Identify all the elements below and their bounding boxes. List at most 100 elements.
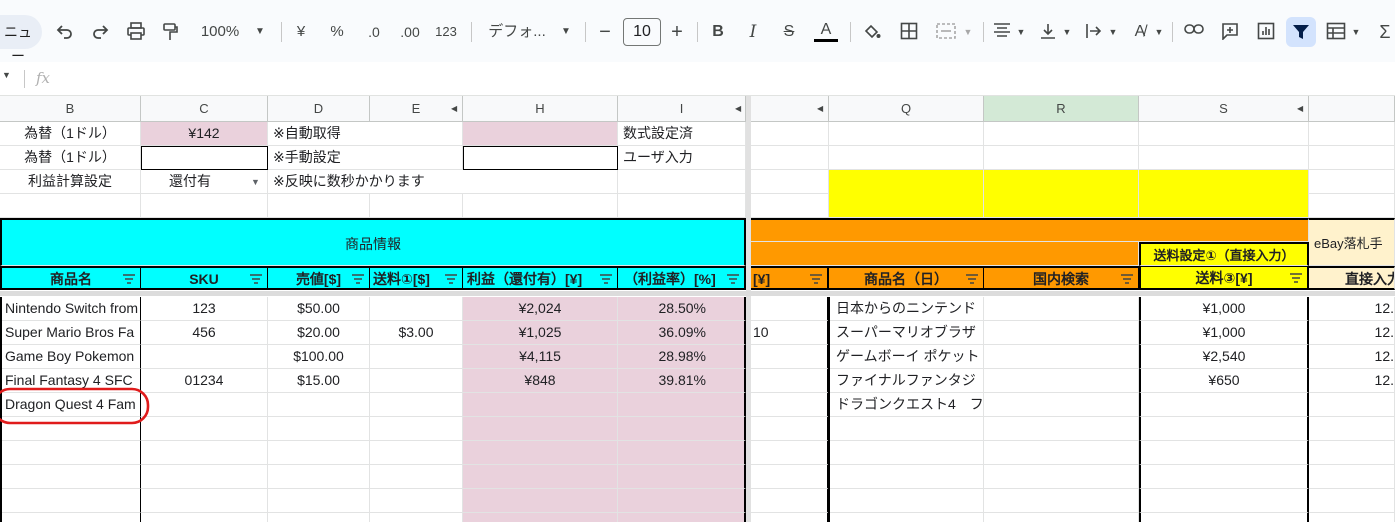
- cell-price[interactable]: [268, 441, 370, 465]
- cell-product-name[interactable]: Nintendo Switch from: [0, 297, 141, 321]
- cell-product-name-jp[interactable]: [829, 465, 984, 489]
- cell-margin[interactable]: 39.81%: [618, 369, 746, 393]
- undo-icon[interactable]: [54, 20, 76, 44]
- cell-margin[interactable]: [618, 417, 746, 441]
- cell-shipping3[interactable]: ¥2,540: [1139, 345, 1309, 369]
- merge-cells-icon[interactable]: [933, 20, 959, 44]
- redo-icon[interactable]: [89, 20, 111, 44]
- cell-price[interactable]: $100.00: [268, 345, 370, 369]
- filter-icon[interactable]: [727, 274, 739, 284]
- table-view-icon[interactable]: [1324, 20, 1348, 44]
- fill-color-icon[interactable]: [860, 20, 884, 44]
- valign-dropdown-icon[interactable]: ▼: [1061, 20, 1073, 44]
- insert-chart-icon[interactable]: [1254, 20, 1278, 44]
- zoom-select[interactable]: 100%: [195, 20, 245, 44]
- bold-button[interactable]: B: [708, 20, 728, 44]
- filter-icon[interactable]: [123, 274, 135, 284]
- print-icon[interactable]: [124, 20, 148, 44]
- text-rotation-icon[interactable]: A̸: [1129, 20, 1151, 44]
- cell-domestic-search[interactable]: [984, 513, 1139, 522]
- cell-shipping3[interactable]: [1139, 393, 1309, 417]
- column-header-r[interactable]: R: [984, 96, 1139, 122]
- yellow-highlight-cell[interactable]: [829, 170, 984, 218]
- filter-icon[interactable]: [352, 274, 364, 284]
- cell-shipping3[interactable]: [1139, 465, 1309, 489]
- cell-sku[interactable]: [141, 441, 268, 465]
- cell-product-name-jp[interactable]: ファイナルファンタジ: [829, 369, 984, 393]
- select-dropdown-icon[interactable]: ▼: [251, 177, 260, 187]
- cell-margin[interactable]: [618, 513, 746, 522]
- cell-product-name[interactable]: Game Boy Pokemon: [0, 345, 141, 369]
- insert-link-icon[interactable]: [1182, 20, 1206, 44]
- cell-shipping1[interactable]: [370, 465, 463, 489]
- text-color-button[interactable]: A: [814, 20, 838, 42]
- cell-shipping1[interactable]: [370, 441, 463, 465]
- cell-profit[interactable]: [463, 441, 618, 465]
- cell-profit[interactable]: ¥4,115: [463, 345, 618, 369]
- cell-price[interactable]: [268, 417, 370, 441]
- column-header-e[interactable]: E: [370, 96, 463, 122]
- functions-button[interactable]: Σ: [1375, 20, 1395, 44]
- percent-format-button[interactable]: %: [326, 20, 348, 44]
- cell-direct-input[interactable]: [1309, 465, 1395, 489]
- cell-shipping1[interactable]: [370, 393, 463, 417]
- frozen-row-divider[interactable]: [0, 291, 1395, 296]
- increase-decimal-button[interactable]: .00: [395, 20, 425, 44]
- cell-profit[interactable]: ¥1,025: [463, 321, 618, 345]
- cell-shipping1[interactable]: [370, 513, 463, 522]
- cell-domestic-search[interactable]: [984, 441, 1139, 465]
- column-header-t[interactable]: [1309, 96, 1395, 122]
- insert-comment-icon[interactable]: [1218, 20, 1242, 44]
- text-wrap-icon[interactable]: [1083, 20, 1105, 44]
- increase-font-size-icon[interactable]: +: [668, 20, 686, 44]
- column-header-h[interactable]: H: [463, 96, 618, 122]
- font-dropdown-icon[interactable]: ▼: [559, 20, 573, 44]
- font-family-select[interactable]: デフォ...: [484, 20, 550, 44]
- more-formats-button[interactable]: 123: [432, 20, 460, 44]
- cell-margin[interactable]: [618, 441, 746, 465]
- cell-yen[interactable]: [751, 441, 829, 465]
- name-box-dropdown-icon[interactable]: ▼: [2, 70, 11, 80]
- decrease-decimal-button[interactable]: .0: [359, 20, 389, 44]
- cell-product-name-jp[interactable]: 日本からのニンテンド: [829, 297, 984, 321]
- cell-yen[interactable]: [751, 297, 829, 321]
- cell-sku[interactable]: 123: [141, 297, 268, 321]
- cell-domestic-search[interactable]: [984, 489, 1139, 513]
- cell-shipping1[interactable]: [370, 369, 463, 393]
- cell-price[interactable]: $15.00: [268, 369, 370, 393]
- cell-product-name-jp[interactable]: ゲームボーイ ポケット: [829, 345, 984, 369]
- table-dropdown-icon[interactable]: ▼: [1350, 20, 1362, 44]
- filter-icon[interactable]: [1121, 274, 1133, 284]
- cell-domestic-search[interactable]: [984, 345, 1139, 369]
- cell-margin[interactable]: 36.09%: [618, 321, 746, 345]
- collapse-left-icon[interactable]: ◀: [735, 104, 741, 113]
- cell-yen[interactable]: [751, 513, 829, 522]
- cell-direct-input[interactable]: 12.: [1309, 345, 1395, 369]
- cell-profit[interactable]: ¥848: [463, 369, 618, 393]
- cell-price[interactable]: [268, 465, 370, 489]
- cell-direct-input[interactable]: [1309, 441, 1395, 465]
- cell-yen[interactable]: [751, 489, 829, 513]
- cell-price[interactable]: [268, 393, 370, 417]
- cell-margin[interactable]: 28.98%: [618, 345, 746, 369]
- cell-yen[interactable]: [751, 417, 829, 441]
- cell-sku[interactable]: [141, 393, 268, 417]
- cell-margin[interactable]: [618, 393, 746, 417]
- column-header-d[interactable]: D: [268, 96, 370, 122]
- vertical-align-icon[interactable]: [1037, 20, 1059, 44]
- filter-icon[interactable]: [445, 274, 457, 284]
- cell-product-name-jp[interactable]: ドラゴンクエスト4 フ: [829, 393, 984, 417]
- cell-shipping3[interactable]: ¥1,000: [1139, 297, 1309, 321]
- font-size-input[interactable]: 10: [623, 18, 661, 46]
- cell-product-name[interactable]: [0, 441, 141, 465]
- rotation-dropdown-icon[interactable]: ▼: [1153, 20, 1165, 44]
- menu-search-label[interactable]: ニュー: [0, 20, 38, 64]
- decrease-font-size-icon[interactable]: −: [596, 20, 614, 44]
- cell-sku[interactable]: [141, 345, 268, 369]
- cell-direct-input[interactable]: [1309, 489, 1395, 513]
- cell-profit[interactable]: ¥2,024: [463, 297, 618, 321]
- cell-shipping3[interactable]: [1139, 417, 1309, 441]
- filter-icon[interactable]: [966, 274, 978, 284]
- cell-domestic-search[interactable]: [984, 465, 1139, 489]
- cell-product-name[interactable]: [0, 489, 141, 513]
